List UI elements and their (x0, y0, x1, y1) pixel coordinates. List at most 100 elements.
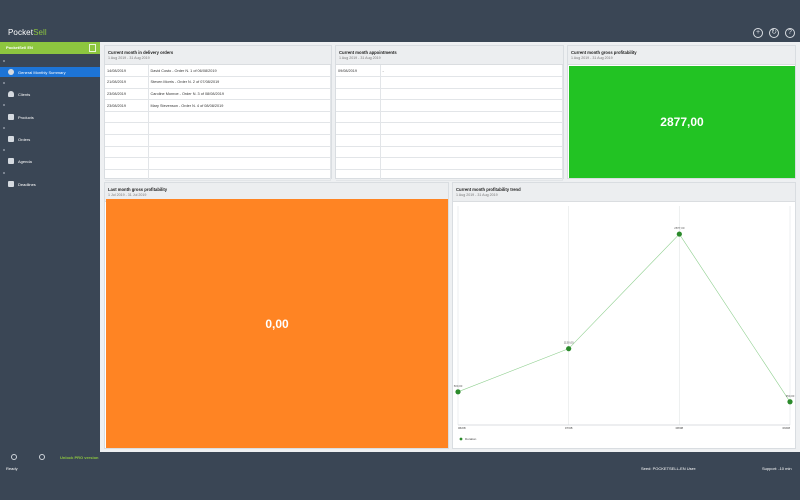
description-cell (380, 169, 563, 182)
description-cell: - (380, 65, 563, 78)
panel-title: Current month in delivery orders (108, 50, 174, 55)
agenda-icon (8, 158, 14, 164)
table-row[interactable] (105, 122, 331, 136)
description-cell: David Costo - Order N. 1 of 06/08/2019 (148, 65, 331, 78)
date-cell (336, 134, 381, 147)
data-label: 350,00 (786, 394, 795, 398)
trend-line-chart: 500,00 1150,00 2877,00 350,00 06/08 07/08 08/0… (454, 206, 795, 441)
description-cell (380, 76, 563, 89)
data-point (676, 231, 682, 237)
table-row[interactable] (336, 122, 563, 136)
sidebar-item-products[interactable]: Products (0, 112, 100, 122)
description-cell (380, 88, 563, 101)
date-cell (105, 134, 149, 147)
profitability-trend-panel: Current month profitability trend 1 Aug … (452, 182, 796, 449)
data-point (566, 346, 572, 352)
x-tick-label: 09/08 (782, 426, 790, 430)
orders-icon (8, 136, 14, 142)
description-cell (380, 157, 563, 170)
sidebar-header[interactable]: PocketSell EN (0, 42, 100, 54)
delivery-orders-table: 14/08/2019 David Costo - Order N. 1 of 06… (105, 65, 331, 182)
date-cell (336, 157, 381, 170)
panel-title: Current month appointments (339, 50, 397, 55)
description-cell (148, 111, 331, 124)
table-row[interactable] (105, 111, 331, 124)
date-cell: 09/08/2019 (336, 65, 381, 78)
sidebar: PocketSell EN General Monthly Summary Cl… (0, 42, 100, 452)
date-cell (336, 146, 381, 159)
sidebar-item-label: Deadlines (18, 182, 36, 187)
sidebar-item-label: General Monthly Summary (18, 70, 66, 75)
data-label: 1150,00 (564, 341, 574, 345)
panel-subtitle: 1 Jul 2019 - 31 Jul 2019 (108, 193, 147, 197)
deadlines-icon (8, 181, 14, 187)
description-cell (148, 134, 331, 147)
app-title-part2: Sell (33, 28, 47, 37)
table-row[interactable] (336, 76, 563, 89)
table-row[interactable]: 09/08/2019- (336, 65, 563, 78)
date-cell (105, 122, 149, 136)
description-cell (380, 122, 563, 136)
table-row[interactable]: 14/08/2019 David Costo - Order N. 1 of 06… (105, 65, 331, 78)
table-row[interactable]: 23/08/2019 Caroline Monroe - Order N. 3 o… (105, 88, 331, 101)
sidebar-item-agenda[interactable]: Agenda (0, 156, 100, 166)
x-tick-label: 06/08 (458, 426, 466, 430)
panel-subtitle: 1 Aug 2019 - 31 Aug 2019 (108, 56, 150, 60)
panel-subtitle: 1 Aug 2019 - 31 Aug 2019 (339, 56, 381, 60)
settings-icon[interactable] (11, 454, 17, 460)
description-cell: Steven Morris - Order N. 2 of 07/08/2019 (148, 76, 331, 89)
current-gross-panel: Current month gross profitability 1 Aug … (567, 45, 796, 179)
sidebar-item-general-monthly-summary[interactable]: General Monthly Summary (0, 67, 100, 77)
date-cell: 14/08/2019 (105, 65, 149, 78)
table-row[interactable] (105, 134, 331, 147)
appointments-table: 09/08/2019- (336, 65, 563, 182)
last-gross-value: 0,00 (265, 316, 289, 331)
person-icon (8, 91, 14, 97)
table-row[interactable] (336, 111, 563, 124)
description-cell: Caroline Monroe - Order N. 3 of 08/08/20… (148, 88, 331, 101)
help-icon[interactable]: ? (785, 28, 795, 38)
legend-label: Duration (465, 437, 477, 441)
product-icon (8, 114, 14, 120)
upgrade-icon[interactable] (39, 454, 45, 460)
current-gross-value: 2877,00 (660, 115, 704, 129)
sidebar-item-label: Clients (18, 92, 31, 97)
description-cell (148, 169, 331, 182)
document-icon[interactable] (89, 44, 96, 52)
data-point (455, 389, 461, 395)
last-gross-panel: Last month gross profitability 1 Jul 201… (104, 182, 449, 449)
description-cell (380, 99, 563, 112)
refresh-icon[interactable]: ↻ (769, 28, 779, 38)
bullet-dot (3, 104, 5, 106)
table-row[interactable] (105, 157, 331, 170)
table-row[interactable]: 21/08/2019 Steven Morris - Order N. 2 of … (105, 76, 331, 89)
table-row[interactable] (105, 146, 331, 159)
date-cell (105, 157, 149, 170)
description-cell: Mary Stevenson - Order N. 4 of 08/08/201… (148, 99, 331, 112)
table-row[interactable] (336, 169, 563, 182)
data-point (787, 399, 793, 405)
sidebar-item-deadlines[interactable]: Deadlines (0, 179, 100, 189)
bottom-bar: Unlock PRO version (0, 452, 800, 462)
sidebar-item-clients[interactable]: Clients (0, 89, 100, 99)
table-row[interactable]: 23/08/2019 Mary Stevenson - Order N. 4 of… (105, 99, 331, 112)
table-row[interactable] (336, 157, 563, 170)
table-row[interactable] (336, 146, 563, 159)
description-cell (148, 122, 331, 136)
sidebar-header-label: PocketSell EN (6, 45, 33, 50)
panel-title: Current month profitability trend (456, 187, 521, 192)
bullet-dot (3, 82, 5, 84)
table-row[interactable] (105, 169, 331, 182)
table-row[interactable] (336, 134, 563, 147)
panel-header: Current month appointments 1 Aug 2019 - … (336, 46, 563, 65)
status-support: Support: -10 min (762, 466, 792, 471)
sidebar-item-label: Products (18, 115, 34, 120)
date-cell (105, 169, 149, 182)
table-row[interactable] (336, 88, 563, 101)
sidebar-item-orders[interactable]: Orders (0, 134, 100, 144)
sidebar-item-label: Orders (18, 137, 31, 142)
series-line (457, 233, 791, 402)
add-icon[interactable]: + (753, 28, 763, 38)
unlock-pro-link[interactable]: Unlock PRO version (60, 455, 98, 460)
table-row[interactable] (336, 99, 563, 112)
